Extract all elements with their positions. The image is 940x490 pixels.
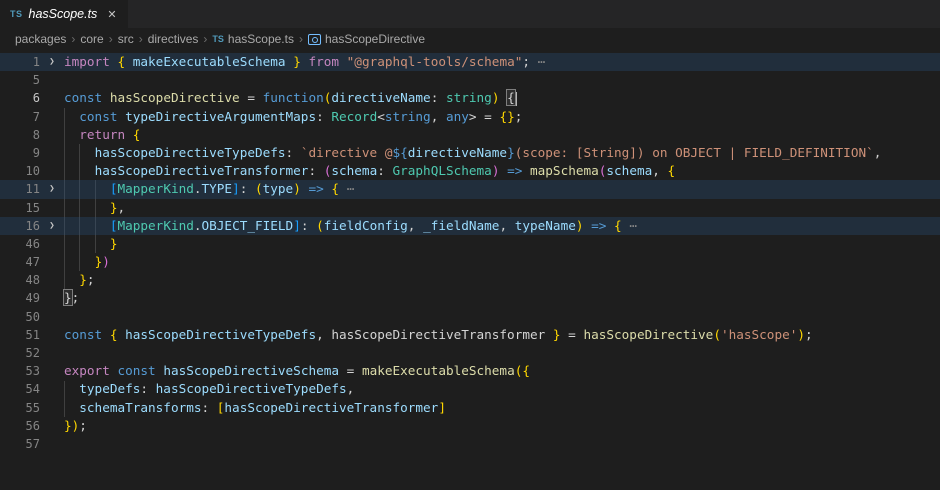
- tab-hasscope[interactable]: TS hasScope.ts ✕: [0, 0, 128, 28]
- code-text: [MapperKind.TYPE]: (type) => { ⋯: [64, 181, 354, 196]
- code-line-16[interactable]: 16❯ [MapperKind.OBJECT_FIELD]: (fieldCon…: [0, 217, 940, 235]
- code-text: const hasScopeDirective = function(direc…: [64, 90, 517, 105]
- line-number[interactable]: 52: [0, 344, 40, 362]
- code-line-48[interactable]: 48 };: [0, 271, 940, 289]
- fold-chevron-icon[interactable]: ❯: [40, 180, 64, 198]
- code-line-15[interactable]: 15 },: [0, 199, 940, 217]
- code-line-11[interactable]: 11❯ [MapperKind.TYPE]: (type) => { ⋯: [0, 180, 940, 198]
- code-line-56[interactable]: 56});: [0, 417, 940, 435]
- close-icon[interactable]: ✕: [107, 8, 116, 21]
- line-number[interactable]: 16: [0, 217, 40, 235]
- line-number[interactable]: 50: [0, 308, 40, 326]
- line-number[interactable]: 46: [0, 235, 40, 253]
- code-rows: 1❯import { makeExecutableSchema } from "…: [0, 53, 940, 453]
- line-number[interactable]: 53: [0, 362, 40, 380]
- line-number[interactable]: 7: [0, 108, 40, 126]
- breadcrumb-label: hasScopeDirective: [325, 32, 425, 46]
- code-text: import { makeExecutableSchema } from "@g…: [64, 54, 545, 69]
- code-text: };: [64, 272, 95, 287]
- code-text: [MapperKind.OBJECT_FIELD]: (fieldConfig,…: [64, 218, 637, 233]
- code-line-54[interactable]: 54 typeDefs: hasScopeDirectiveTypeDefs,: [0, 380, 940, 398]
- breadcrumb-item-hasscope-ts[interactable]: TS hasScope.ts: [212, 32, 294, 46]
- code-line-10[interactable]: 10 hasScopeDirectiveTransformer: (schema…: [0, 162, 940, 180]
- line-number[interactable]: 6: [0, 89, 40, 107]
- breadcrumb-separator-icon: ›: [203, 32, 207, 46]
- code-line-49[interactable]: 49};: [0, 289, 940, 307]
- typescript-file-icon: TS: [212, 34, 224, 44]
- code-line-46[interactable]: 46 }: [0, 235, 940, 253]
- breadcrumb-separator-icon: ›: [139, 32, 143, 46]
- breadcrumb-item-directives[interactable]: directives: [148, 32, 199, 46]
- code-text: schemaTransforms: [hasScopeDirectiveTran…: [64, 400, 446, 415]
- breadcrumb-label: hasScope.ts: [228, 32, 294, 46]
- fold-chevron-icon[interactable]: ❯: [40, 217, 64, 235]
- line-number[interactable]: 51: [0, 326, 40, 344]
- breadcrumb-separator-icon: ›: [109, 32, 113, 46]
- code-text: }): [64, 254, 110, 269]
- symbol-variable-icon: [308, 34, 321, 45]
- code-line-47[interactable]: 47 }): [0, 253, 940, 271]
- code-text: hasScopeDirectiveTransformer: (schema: G…: [64, 163, 675, 178]
- breadcrumb-label: src: [118, 32, 134, 46]
- line-number[interactable]: 47: [0, 253, 40, 271]
- code-line-55[interactable]: 55 schemaTransforms: [hasScopeDirectiveT…: [0, 399, 940, 417]
- line-number[interactable]: 10: [0, 162, 40, 180]
- code-line-52[interactable]: 52: [0, 344, 940, 362]
- line-number[interactable]: 49: [0, 289, 40, 307]
- breadcrumb-item-hasscopedirective[interactable]: hasScopeDirective: [308, 32, 425, 46]
- breadcrumb-label: core: [80, 32, 103, 46]
- line-number[interactable]: 57: [0, 435, 40, 453]
- code-line-57[interactable]: 57: [0, 435, 940, 453]
- code-line-51[interactable]: 51 const { hasScopeDirectiveTypeDefs, has…: [0, 326, 940, 344]
- line-number[interactable]: 1: [0, 53, 40, 71]
- code-line-6[interactable]: 6 const hasScopeDirective = function(dire…: [0, 89, 940, 107]
- line-number[interactable]: 5: [0, 71, 40, 89]
- breadcrumb-label: directives: [148, 32, 199, 46]
- code-text: const { hasScopeDirectiveTypeDefs, hasSc…: [64, 327, 813, 342]
- breadcrumb-item-packages[interactable]: packages: [15, 32, 66, 46]
- code-text: return {: [64, 127, 140, 142]
- code-text: };: [64, 290, 79, 305]
- vscode-window: TS hasScope.ts ✕ packages › core › src › direc…: [0, 0, 940, 490]
- line-number[interactable]: 15: [0, 199, 40, 217]
- line-number[interactable]: 55: [0, 399, 40, 417]
- typescript-file-icon: TS: [10, 9, 23, 19]
- breadcrumb-item-core[interactable]: core: [80, 32, 103, 46]
- code-line-1[interactable]: 1❯import { makeExecutableSchema } from "…: [0, 53, 940, 71]
- line-number[interactable]: 8: [0, 126, 40, 144]
- breadcrumb-separator-icon: ›: [71, 32, 75, 46]
- tab-title: hasScope.ts: [29, 7, 98, 21]
- code-line-53[interactable]: 53 export const hasScopeDirectiveSchema =…: [0, 362, 940, 380]
- tab-bar: TS hasScope.ts ✕: [0, 0, 940, 28]
- code-text: const typeDirectiveArgumentMaps: Record<…: [64, 109, 522, 124]
- line-number[interactable]: 56: [0, 417, 40, 435]
- code-text: hasScopeDirectiveTypeDefs: `directive @$…: [64, 145, 881, 160]
- breadcrumb-separator-icon: ›: [299, 32, 303, 46]
- code-line-50[interactable]: 50: [0, 308, 940, 326]
- breadcrumb-label: packages: [15, 32, 66, 46]
- code-line-8[interactable]: 8 return {: [0, 126, 940, 144]
- breadcrumb-item-src[interactable]: src: [118, 32, 134, 46]
- code-text: }: [64, 236, 117, 251]
- code-text: },: [64, 200, 125, 215]
- code-line-9[interactable]: 9 hasScopeDirectiveTypeDefs: `directive …: [0, 144, 940, 162]
- code-line-5[interactable]: 5: [0, 71, 940, 89]
- code-text: });: [64, 418, 87, 433]
- line-number[interactable]: 11: [0, 180, 40, 198]
- line-number[interactable]: 54: [0, 380, 40, 398]
- text-cursor: [516, 92, 518, 106]
- code-line-7[interactable]: 7 const typeDirectiveArgumentMaps: Recor…: [0, 108, 940, 126]
- line-number[interactable]: 9: [0, 144, 40, 162]
- code-editor[interactable]: 1❯import { makeExecutableSchema } from "…: [0, 50, 940, 490]
- code-text: export const hasScopeDirectiveSchema = m…: [64, 363, 530, 378]
- breadcrumb: packages › core › src › directives › TS hasScope.…: [0, 28, 940, 50]
- line-number[interactable]: 48: [0, 271, 40, 289]
- code-text: typeDefs: hasScopeDirectiveTypeDefs,: [64, 381, 354, 396]
- fold-chevron-icon[interactable]: ❯: [40, 53, 64, 71]
